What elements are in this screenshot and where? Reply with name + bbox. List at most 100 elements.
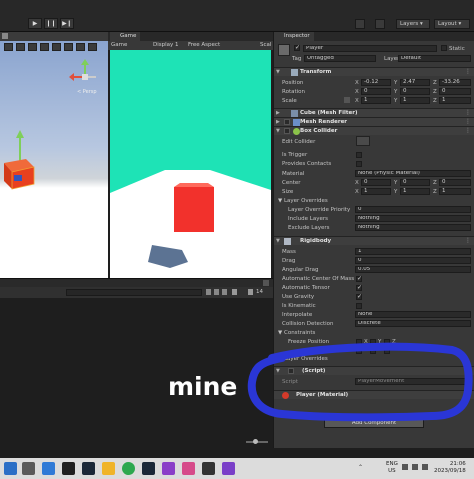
volume-icon[interactable] <box>412 464 418 470</box>
layer-dropdown[interactable]: Default <box>398 55 471 62</box>
folder-icon[interactable] <box>102 462 115 475</box>
size-z-field[interactable]: 1 <box>439 188 471 195</box>
aspect-dropdown[interactable]: Free Aspect <box>188 42 220 48</box>
collapse-icon[interactable] <box>214 289 219 295</box>
layout-dropdown[interactable]: Layout ▾ <box>434 19 470 29</box>
steam-icon[interactable] <box>82 462 95 475</box>
mesh-renderer-header[interactable]: ▶ Mesh Renderer ⋮ <box>274 117 474 126</box>
auto-tensor-checkbox[interactable] <box>356 284 362 291</box>
clock[interactable]: 21:06 2023/09/18 <box>434 461 466 475</box>
is-kinematic-checkbox[interactable] <box>356 303 362 309</box>
game-viewport[interactable] <box>110 50 271 278</box>
transform-header[interactable]: ▼ Transform ⋮ <box>274 67 474 76</box>
gizmos-menu-icon[interactable] <box>88 43 97 51</box>
audio-toggle-icon[interactable] <box>40 43 49 51</box>
scene-viewport[interactable]: < Persp <box>0 41 108 278</box>
material-field[interactable]: None (Physic Material) <box>355 170 471 177</box>
tray-chevron-icon[interactable]: ⌃ <box>358 464 363 471</box>
expand-arrow-icon[interactable]: ▼ <box>276 238 280 244</box>
steam-alt-icon[interactable] <box>142 462 155 475</box>
interpolate-dropdown[interactable]: None <box>355 311 471 318</box>
camera-settings-icon[interactable] <box>76 43 85 51</box>
start-icon[interactable] <box>4 462 17 475</box>
box-collider-enabled-checkbox[interactable] <box>284 128 290 134</box>
display-dropdown[interactable]: Display 1 <box>153 42 179 48</box>
size-y-field[interactable]: 1 <box>400 188 430 195</box>
drag-field[interactable]: 0 <box>355 257 471 264</box>
clear-icon[interactable] <box>222 289 227 295</box>
tab-game[interactable]: Game <box>110 32 140 41</box>
mesh-renderer-enabled-checkbox[interactable] <box>284 119 290 125</box>
static-checkbox[interactable] <box>441 45 447 51</box>
search-icon[interactable] <box>375 19 385 29</box>
play-icon[interactable]: ▶ <box>28 18 42 29</box>
info-icon[interactable] <box>248 289 253 295</box>
expand-arrow-icon[interactable]: ▼ <box>276 69 280 75</box>
object-name-field[interactable]: Player <box>303 45 437 52</box>
auto-center-of-mass-checkbox[interactable] <box>356 275 362 282</box>
rotation-x-field[interactable]: 0 <box>361 88 391 95</box>
expand-arrow-icon[interactable]: ▶ <box>276 119 280 125</box>
zoom-slider-handle[interactable] <box>253 439 258 444</box>
mesh-filter-header[interactable]: ▶ Cube (Mesh Filter) ⋮ <box>274 108 474 117</box>
layer-override-priority-field[interactable]: 0 <box>355 206 471 213</box>
scene-player-cube[interactable] <box>0 129 45 199</box>
visual-studio-icon[interactable] <box>222 462 235 475</box>
include-layers-dropdown[interactable]: Nothing <box>355 215 471 222</box>
component-menu-icon[interactable]: ⋮ <box>465 127 471 134</box>
filter-icon[interactable] <box>206 289 211 295</box>
app-icon[interactable] <box>162 462 175 475</box>
console-search-input[interactable] <box>66 289 202 296</box>
rigidbody-header[interactable]: ▼ Rigidbody ⋮ <box>274 236 474 245</box>
expand-arrow-icon[interactable]: ▶ <box>276 110 280 116</box>
console-menu-icon[interactable] <box>263 280 269 286</box>
is-trigger-checkbox[interactable] <box>356 152 362 158</box>
app-alt-icon[interactable] <box>182 462 195 475</box>
edge-icon[interactable] <box>122 462 135 475</box>
rotation-y-field[interactable]: 0 <box>400 88 430 95</box>
2d-toggle-icon[interactable] <box>16 43 25 51</box>
lighting-toggle-icon[interactable] <box>28 43 37 51</box>
warning-icon[interactable] <box>232 289 237 295</box>
position-x-field[interactable]: -0.12 <box>361 79 391 86</box>
rotation-z-field[interactable]: 0 <box>439 88 471 95</box>
collision-detection-dropdown[interactable]: Discrete <box>355 320 471 327</box>
undo-history-icon[interactable] <box>355 19 365 29</box>
unity-icon[interactable] <box>202 462 215 475</box>
link-icon[interactable] <box>344 97 350 103</box>
object-active-checkbox[interactable] <box>294 44 300 51</box>
tab-inspector[interactable]: Inspector <box>274 32 314 41</box>
game-mode-dropdown[interactable]: Game <box>111 42 127 48</box>
hidden-objects-icon[interactable] <box>64 43 73 51</box>
wifi-icon[interactable] <box>402 464 408 470</box>
orientation-gizmo[interactable]: < Persp <box>68 57 102 97</box>
scale-y-field[interactable]: 1 <box>400 97 430 104</box>
layer-overrides-foldout[interactable]: ▼ Layer Overrides <box>278 198 328 204</box>
edit-collider-button[interactable] <box>356 136 370 146</box>
search-icon[interactable] <box>22 462 35 475</box>
pause-icon[interactable]: ❙❙ <box>44 18 58 29</box>
hand-tool-icon[interactable] <box>2 33 8 39</box>
layers-dropdown[interactable]: Layers ▾ <box>396 19 430 29</box>
center-x-field[interactable]: 0 <box>361 179 391 186</box>
perspective-label[interactable]: < Persp <box>77 89 97 95</box>
box-collider-header[interactable]: ▼ Box Collider ⋮ <box>274 126 474 135</box>
provides-contacts-checkbox[interactable] <box>356 161 362 167</box>
mass-field[interactable]: 1 <box>355 248 471 255</box>
component-menu-icon[interactable]: ⋮ <box>465 237 471 244</box>
component-menu-icon[interactable]: ⋮ <box>465 118 471 125</box>
battery-icon[interactable] <box>422 464 428 470</box>
center-y-field[interactable]: 0 <box>400 179 430 186</box>
step-icon[interactable]: ▶❙ <box>60 18 74 29</box>
language-indicator[interactable]: ENG US <box>386 461 398 475</box>
exclude-layers-dropdown[interactable]: Nothing <box>355 224 471 231</box>
constraints-foldout[interactable]: ▼ Constraints <box>278 330 315 336</box>
scale-z-field[interactable]: 1 <box>439 97 471 104</box>
center-z-field[interactable]: 0 <box>439 179 471 186</box>
effects-toggle-icon[interactable] <box>52 43 61 51</box>
angular-drag-field[interactable]: 0.05 <box>355 266 471 273</box>
component-menu-icon[interactable]: ⋮ <box>465 109 471 116</box>
position-y-field[interactable]: 2.47 <box>400 79 430 86</box>
scale-x-field[interactable]: 1 <box>361 97 391 104</box>
epic-games-icon[interactable] <box>62 462 75 475</box>
